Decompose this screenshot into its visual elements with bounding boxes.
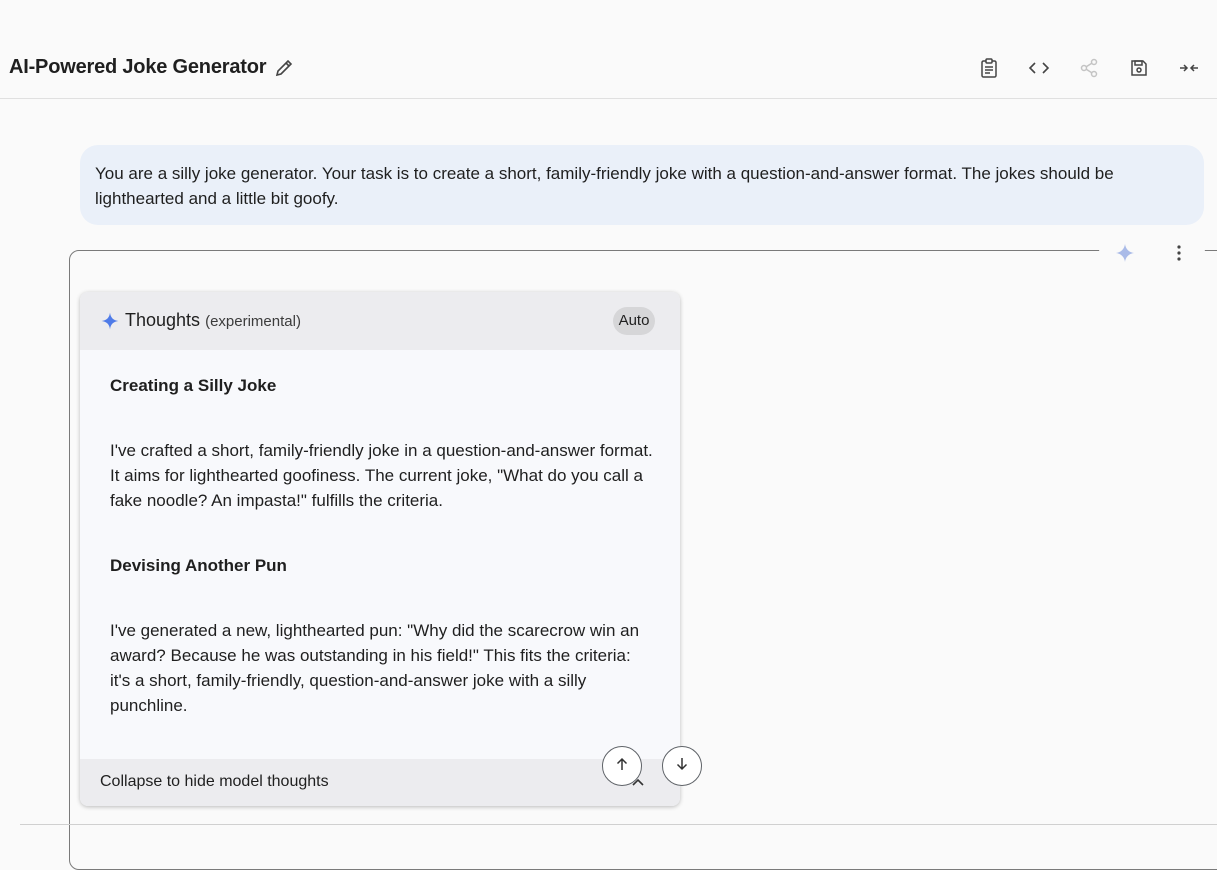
share-icon[interactable] (1077, 56, 1101, 80)
thoughts-title-text: Thoughts (125, 310, 201, 330)
more-options-icon[interactable] (1167, 241, 1191, 265)
sparkle-icon[interactable] (1113, 241, 1137, 265)
arrow-up-icon (614, 756, 630, 777)
auto-badge[interactable]: Auto (613, 307, 655, 335)
collapse-thoughts-button[interactable]: Collapse to hide model thoughts (80, 759, 680, 806)
arrow-down-icon (674, 756, 690, 777)
code-icon[interactable] (1027, 56, 1051, 80)
thought-text: I've generated a new, lighthearted pun: … (110, 621, 640, 715)
thoughts-body: Creating a Silly Joke I've crafted a sho… (110, 362, 655, 718)
thoughts-header[interactable]: Thoughts (experimental) Auto (80, 292, 680, 350)
divider (20, 824, 1217, 825)
user-prompt-bubble[interactable]: You are a silly joke generator. Your tas… (80, 145, 1204, 225)
scroll-down-button[interactable] (662, 746, 702, 786)
thoughts-title: Thoughts (experimental) (125, 310, 301, 331)
collapse-label: Collapse to hide model thoughts (100, 773, 329, 790)
thoughts-panel: Thoughts (experimental) Auto Creating a … (80, 292, 680, 806)
save-icon[interactable] (1127, 56, 1151, 80)
sparkle-icon (100, 311, 120, 331)
thoughts-subtitle: (experimental) (205, 313, 301, 330)
scroll-up-button[interactable] (602, 746, 642, 786)
thought-text: I've crafted a short, family-friendly jo… (110, 441, 653, 510)
clipboard-icon[interactable] (977, 56, 1001, 80)
thought-heading: Creating a Silly Joke (110, 376, 277, 395)
thought-heading: Devising Another Pun (110, 556, 287, 575)
page-title: AI-Powered Joke Generator (9, 56, 267, 78)
header-bar: AI-Powered Joke Generator (0, 0, 1217, 99)
collapse-arrows-icon[interactable] (1177, 56, 1201, 80)
pencil-icon[interactable] (274, 58, 294, 78)
